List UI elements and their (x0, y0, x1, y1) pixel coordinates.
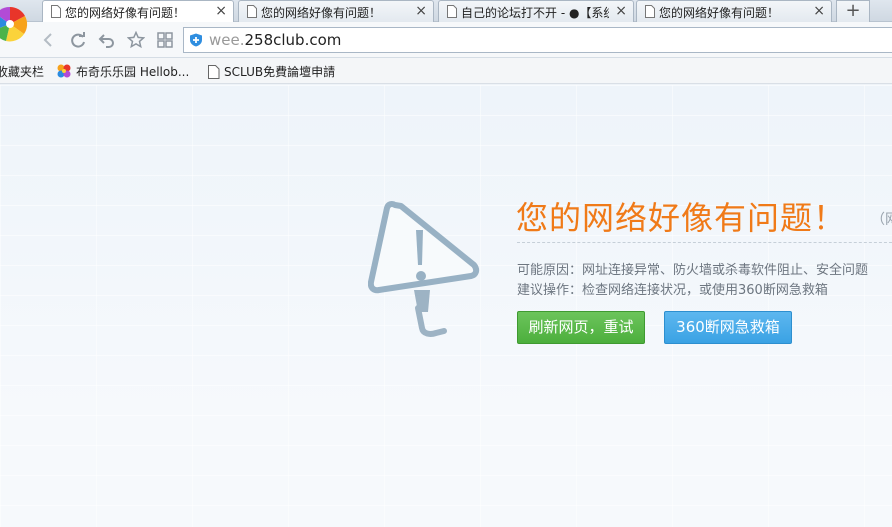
apps-grid-icon[interactable] (156, 31, 174, 49)
url-prefix: wee. (209, 31, 245, 49)
tab-bar: 您的网络好像有问题！ × 您的网络好像有问题！ × 自己的论坛打不开 - ●【系… (0, 0, 892, 23)
tab-label: 您的网络好像有问题！ (659, 6, 780, 20)
tab-3[interactable]: 自己的论坛打不开 - ●【系统 × (438, 0, 634, 22)
tab-4[interactable]: 您的网络好像有问题！ × (636, 0, 832, 22)
close-tab-icon[interactable]: × (215, 3, 227, 19)
bookmark-hellobaby[interactable]: 布奇乐乐园 Hellob... (56, 63, 189, 80)
bookmark-sclub[interactable]: SCLUB免費論壇申請 (208, 63, 335, 80)
error-title: 您的网络好像有问题！ (516, 199, 847, 237)
bookmarks-bar: 收藏夹栏 布奇乐乐园 Hellob... SCLUB免費論壇申請 (0, 58, 892, 84)
tab-label: 自己的论坛打不开 - ●【系统 (461, 6, 609, 20)
refresh-retry-button[interactable]: 刷新网页，重试 (517, 311, 645, 344)
bookmark-favorites-bar[interactable]: 收藏夹栏 (0, 63, 44, 80)
new-tab-button[interactable]: + (836, 0, 870, 22)
bookmark-label: 收藏夹栏 (0, 65, 45, 79)
tab-2[interactable]: 您的网络好像有问题！ × (238, 0, 434, 22)
url-text[interactable]: wee.258club.com (209, 31, 341, 49)
page-icon (447, 5, 457, 18)
undo-icon[interactable] (98, 31, 116, 49)
possible-reason-text: 可能原因：网址连接异常、防火墙或杀毒软件阻止、安全问题 (517, 263, 869, 278)
suggestion-text: 建议操作：检查网络连接状况，或使用360断网急救箱 (517, 283, 828, 298)
bookmark-label: 布奇乐乐园 Hellob... (76, 65, 190, 79)
address-bar[interactable]: wee.258club.com (183, 27, 892, 53)
close-tab-icon[interactable]: × (615, 3, 627, 19)
page-icon (208, 65, 220, 79)
error-page: 您的网络好像有问题！ （网 可能原因：网址连接异常、防火墙或杀毒软件阻止、安全问… (0, 85, 892, 527)
page-icon (247, 5, 257, 18)
browser-logo-icon[interactable] (0, 2, 32, 46)
favorite-star-icon[interactable] (127, 31, 145, 49)
tab-label: 您的网络好像有问题！ (65, 6, 186, 20)
bookmark-label: SCLUB免費論壇申請 (224, 65, 336, 79)
error-note: （网 (871, 212, 892, 228)
tab-label: 您的网络好像有问题！ (261, 6, 382, 20)
page-icon (51, 5, 61, 18)
network-rescue-button[interactable]: 360断网急救箱 (664, 311, 792, 344)
refresh-icon[interactable] (69, 31, 87, 49)
warning-sign-icon (368, 201, 480, 337)
url-domain: 258club.com (244, 31, 342, 49)
navigation-bar: wee.258club.com (0, 22, 892, 58)
colorful-flower-icon (57, 64, 71, 78)
shield-icon[interactable] (189, 33, 203, 47)
tab-1[interactable]: 您的网络好像有问题！ × (42, 0, 234, 23)
divider (517, 242, 892, 243)
close-tab-icon[interactable]: × (813, 3, 825, 19)
close-tab-icon[interactable]: × (415, 3, 427, 19)
back-icon[interactable] (40, 31, 58, 49)
page-icon (645, 5, 655, 18)
